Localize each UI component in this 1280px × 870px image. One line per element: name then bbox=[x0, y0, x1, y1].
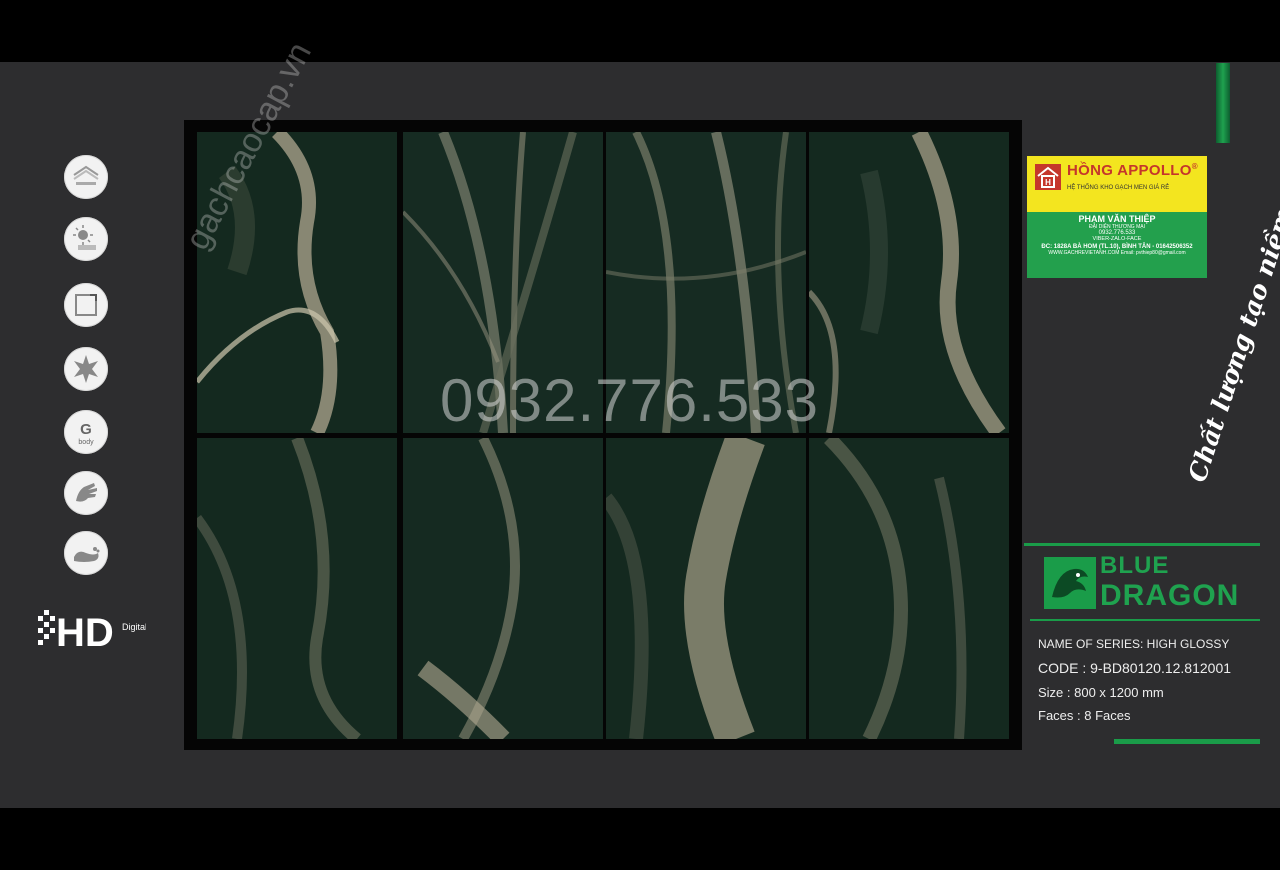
hand-touch-icon bbox=[64, 471, 108, 515]
square-edge-icon bbox=[64, 283, 108, 327]
g-body-icon: Gbody bbox=[64, 410, 108, 454]
brand-rule-bottom bbox=[1030, 619, 1260, 621]
foot-icon bbox=[64, 531, 108, 575]
card-contact-channels: VIBER-ZALO-FACE bbox=[1092, 236, 1142, 242]
tile-face-7 bbox=[606, 438, 806, 739]
bottom-black-bar bbox=[0, 808, 1280, 870]
top-black-bar bbox=[0, 0, 1280, 62]
digital-label: Digital bbox=[122, 622, 146, 632]
brand-name-blue: BLUE bbox=[1100, 552, 1170, 579]
tile-grid bbox=[184, 120, 1022, 750]
tile-face-8 bbox=[809, 438, 1009, 739]
roof-stack-icon bbox=[64, 155, 108, 199]
card-web-email: WWW.GACHREVIETANH.COM Email: pvthiep80@g… bbox=[1048, 250, 1186, 256]
brand-rule-top bbox=[1024, 543, 1260, 546]
card-tagline: HỆ THỐNG KHO GẠCH MEN GIÁ RẺ bbox=[1067, 185, 1170, 191]
svg-text:H: H bbox=[1045, 178, 1051, 187]
card-brand: HỒNG APPOLLO® bbox=[1067, 162, 1198, 179]
card-person-name: PHẠM VĂN THIỆP bbox=[1078, 214, 1156, 224]
card-contact-block: PHẠM VĂN THIỆP ĐẠI DIỆN THƯƠNG MẠI 0932.… bbox=[1027, 214, 1207, 256]
g-label: G bbox=[80, 421, 92, 438]
body-label: body bbox=[78, 439, 94, 446]
sun-resistant-icon bbox=[64, 217, 108, 261]
dealer-business-card: H HỒNG APPOLLO® HỆ THỐNG KHO GẠCH MEN GI… bbox=[1027, 156, 1207, 278]
spec-size: Size : 800 x 1200 mm bbox=[1038, 685, 1164, 700]
tile-face-4 bbox=[809, 132, 1009, 433]
tile-face-6 bbox=[403, 438, 603, 739]
dragon-logo-icon bbox=[1044, 557, 1096, 609]
hd-label: HD bbox=[56, 611, 114, 654]
spec-faces: Faces : 8 Faces bbox=[1038, 708, 1131, 723]
house-logo-icon: H bbox=[1035, 164, 1061, 190]
phone-watermark: 0932.776.533 bbox=[440, 367, 820, 434]
starburst-icon bbox=[64, 347, 108, 391]
green-accent-bar bbox=[1216, 63, 1230, 143]
hd-digital-badge: HD Digital bbox=[36, 602, 147, 655]
spec-series: NAME OF SERIES: HIGH GLOSSY bbox=[1038, 637, 1230, 651]
spec-rule bbox=[1114, 739, 1260, 744]
brand-name-dragon: DRAGON bbox=[1100, 579, 1240, 612]
spec-code: CODE : 9-BD80120.12.812001 bbox=[1038, 660, 1232, 676]
tile-face-5 bbox=[197, 438, 397, 739]
